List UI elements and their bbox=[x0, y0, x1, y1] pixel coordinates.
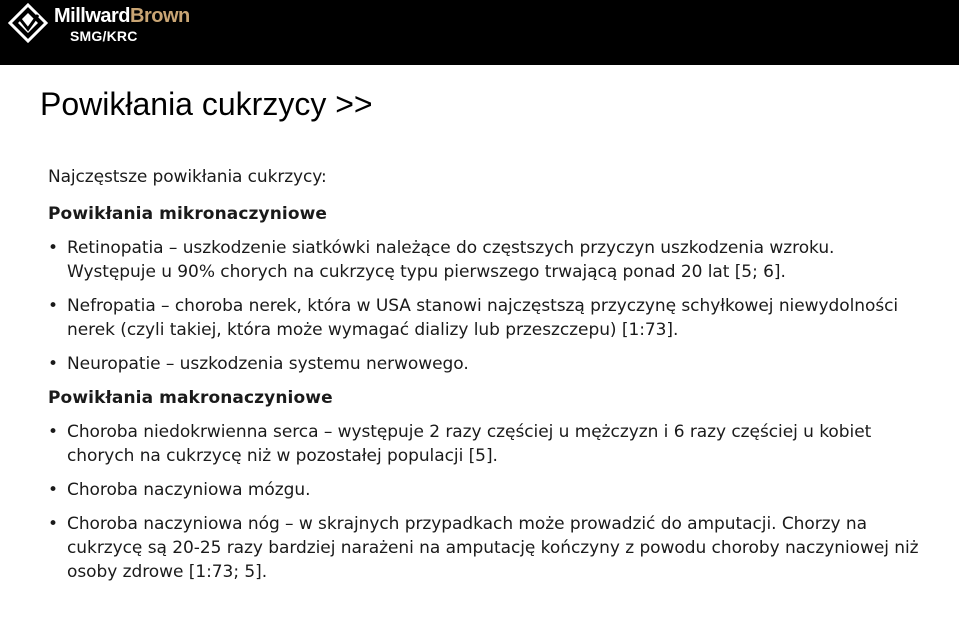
list-item: • Neuropatie – uszkodzenia systemu nerwo… bbox=[48, 352, 928, 376]
bullet-icon: • bbox=[48, 238, 58, 258]
millward-brown-logo: MillwardBrown SMG/KRC bbox=[8, 3, 190, 49]
section-heading-micro: Powikłania mikronaczyniowe bbox=[48, 204, 328, 224]
header-bar: MillwardBrown SMG/KRC bbox=[0, 0, 959, 65]
list-item-text: Neuropatie – uszkodzenia systemu nerwowe… bbox=[67, 354, 469, 374]
bullet-icon: • bbox=[48, 480, 58, 500]
list-item-text: Choroba niedokrwienna serca – występuje … bbox=[67, 422, 872, 466]
list-item-text: Retinopatia – uszkodzenie siatkówki nale… bbox=[67, 238, 835, 282]
brand-name-second: Brown bbox=[130, 5, 190, 27]
list-item: • Retinopatia – uszkodzenie siatkówki na… bbox=[48, 236, 928, 284]
bullet-icon: • bbox=[48, 354, 58, 374]
bullet-list-macro: • Choroba niedokrwienna serca – występuj… bbox=[48, 420, 928, 584]
brand-name-first: Millward bbox=[54, 5, 131, 27]
diamond-mark-icon bbox=[8, 3, 48, 43]
brand-name: MillwardBrown bbox=[54, 6, 190, 26]
bullet-icon: • bbox=[48, 514, 58, 534]
logo-text: MillwardBrown SMG/KRC bbox=[54, 3, 190, 43]
list-item-text: Choroba naczyniowa nóg – w skrajnych prz… bbox=[67, 514, 919, 582]
section-heading-macro: Powikłania makronaczyniowe bbox=[48, 388, 333, 408]
list-item: • Choroba naczyniowa mózgu. bbox=[48, 478, 928, 502]
slide-content: Najczęstsze powikłania cukrzycy: Powikła… bbox=[48, 165, 928, 594]
bullet-list-micro: • Retinopatia – uszkodzenie siatkówki na… bbox=[48, 236, 928, 376]
list-item: • Choroba niedokrwienna serca – występuj… bbox=[48, 420, 928, 468]
intro-text: Najczęstsze powikłania cukrzycy: bbox=[48, 167, 327, 187]
brand-subline: SMG/KRC bbox=[70, 28, 138, 44]
list-item: • Nefropatia – choroba nerek, która w US… bbox=[48, 294, 928, 342]
page-title: Powikłania cukrzycy >> bbox=[40, 86, 373, 122]
bullet-icon: • bbox=[48, 422, 58, 442]
list-item-text: Nefropatia – choroba nerek, która w USA … bbox=[67, 296, 899, 340]
list-item-text: Choroba naczyniowa mózgu. bbox=[67, 480, 311, 500]
list-item: • Choroba naczyniowa nóg – w skrajnych p… bbox=[48, 512, 928, 584]
bullet-icon: • bbox=[48, 296, 58, 316]
